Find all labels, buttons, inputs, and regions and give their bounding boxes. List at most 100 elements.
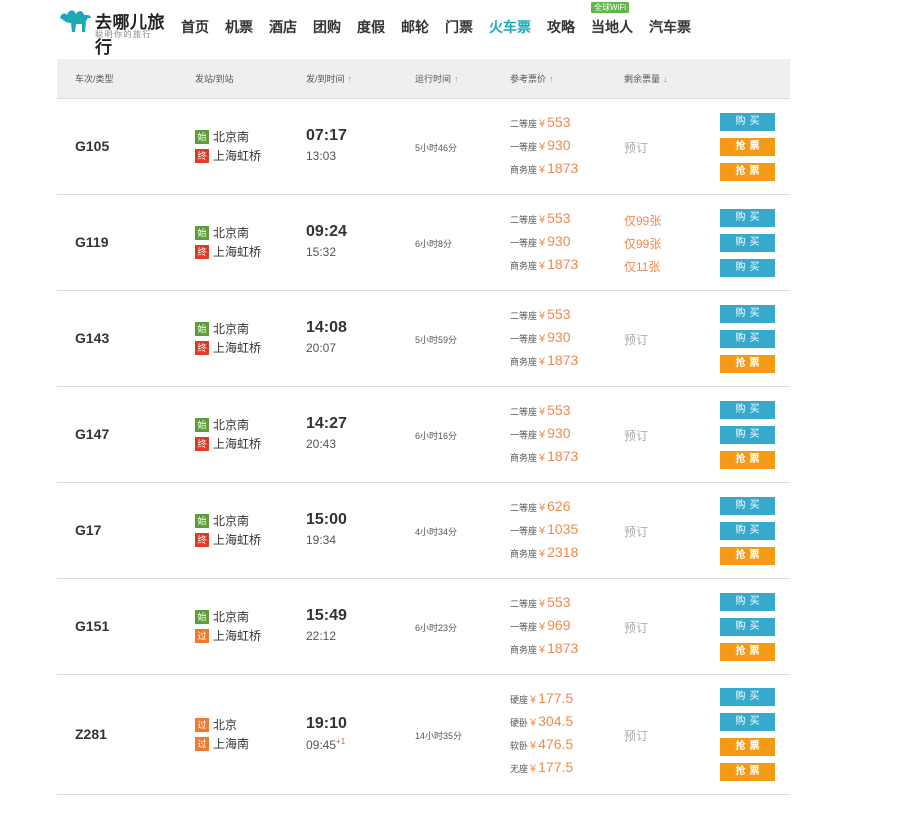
book-link[interactable]: 预订 [624, 523, 648, 540]
nav-guides[interactable]: 攻略 [547, 17, 575, 37]
book-link[interactable]: 预订 [624, 619, 648, 636]
grab-ticket-button[interactable]: 抢票 [720, 763, 775, 781]
station-tag: 始 [195, 129, 209, 144]
remaining-count: 仅99张 [624, 213, 662, 228]
duration: 5小时46分 [415, 142, 458, 153]
nav-cruise[interactable]: 邮轮 [401, 17, 429, 37]
buy-button[interactable]: 购买 [720, 208, 775, 227]
arrival-station: 终上海虹桥 [195, 435, 261, 453]
seat-type: 无座 [510, 764, 529, 774]
book-link[interactable]: 预订 [624, 427, 648, 444]
yen-icon: ¥ [539, 428, 546, 441]
buy-button[interactable]: 购买 [720, 258, 775, 277]
station-tag: 终 [195, 148, 209, 163]
nav-groupbuy[interactable]: 团购 [313, 17, 341, 37]
grab-ticket-button[interactable]: 抢票 [720, 738, 775, 756]
seat-type: 一等座 [510, 429, 538, 440]
price-line: 硬座 ¥177.5 [510, 690, 573, 710]
price-line: 软卧 ¥476.5 [510, 736, 573, 756]
arrival-time: 20:43 [306, 437, 336, 451]
grab-ticket-button[interactable]: 抢票 [720, 546, 775, 565]
qunar-logo[interactable]: 去哪儿旅行 聪明你的旅行 [57, 6, 175, 57]
departure-station-name: 北京南 [213, 513, 250, 528]
price-line: 一等座 ¥930 [510, 425, 571, 445]
seat-type: 商务座 [510, 164, 538, 175]
nav-bus[interactable]: 汽车票 [649, 17, 691, 37]
train-number[interactable]: G151 [75, 618, 109, 634]
buy-button[interactable]: 购买 [720, 112, 775, 131]
departure-station-name: 北京南 [213, 417, 250, 432]
train-row: G143 始北京南终上海虹桥 14:08 20:07 5小时59分 二等座 ¥553 一等座 ¥… [57, 291, 790, 387]
nav-vacation[interactable]: 度假 [357, 17, 385, 37]
grab-ticket-button[interactable]: 抢票 [720, 354, 775, 373]
seat-type: 一等座 [510, 525, 538, 536]
col-remain[interactable]: 剩余票量 ↓ [624, 72, 668, 85]
station-tag: 终 [195, 340, 209, 355]
train-number[interactable]: Z281 [75, 726, 107, 742]
buy-button[interactable]: 购买 [720, 304, 775, 323]
train-table: 车次/类型 发站/到站 发/到时间 ↑ 运行时间 ↑ 参考票价 ↑ 剩余票量 ↓ G10… [57, 59, 790, 795]
buy-button[interactable]: 购买 [720, 713, 775, 731]
yen-icon: ¥ [539, 117, 546, 130]
price-value: 177.5 [538, 690, 574, 706]
book-link[interactable]: 预订 [624, 727, 648, 744]
nav-hotels[interactable]: 酒店 [269, 17, 297, 37]
train-number[interactable]: G17 [75, 522, 101, 538]
yen-icon: ¥ [539, 524, 546, 537]
departure-time: 15:00 [306, 510, 347, 528]
departure-station: 始北京南 [195, 224, 249, 242]
book-link[interactable]: 预订 [624, 331, 648, 348]
train-number[interactable]: G105 [75, 138, 109, 154]
seat-type: 商务座 [510, 452, 538, 463]
price-value: 476.5 [538, 736, 574, 752]
train-number[interactable]: G147 [75, 426, 109, 442]
buy-button[interactable]: 购买 [720, 233, 775, 252]
book-link[interactable]: 预订 [624, 139, 648, 156]
train-row: G147 始北京南终上海虹桥 14:27 20:43 6小时16分 二等座 ¥553 一等座 ¥… [57, 387, 790, 483]
buy-button[interactable]: 购买 [720, 329, 775, 348]
buy-button[interactable]: 购买 [720, 400, 775, 419]
col-duration[interactable]: 运行时间 ↑ [415, 72, 459, 85]
logo-slogan: 聪明你的旅行 [95, 30, 152, 39]
buy-button[interactable]: 购买 [720, 617, 775, 636]
nav-train[interactable]: 火车票 [489, 17, 531, 37]
arrival-time: 15:32 [306, 245, 336, 259]
price-line: 商务座 ¥2318 [510, 544, 578, 564]
arrival-station-name: 上海虹桥 [213, 628, 262, 643]
price-value: 553 [547, 209, 571, 226]
yen-icon: ¥ [530, 763, 537, 775]
grab-ticket-button[interactable]: 抢票 [720, 162, 775, 181]
grab-ticket-button[interactable]: 抢票 [720, 642, 775, 661]
buy-button[interactable]: 购买 [720, 688, 775, 706]
yen-icon: ¥ [539, 620, 546, 633]
grab-ticket-button[interactable]: 抢票 [720, 137, 775, 156]
col-remain-label: 剩余票量 [624, 74, 661, 84]
departure-station-name: 北京南 [213, 609, 250, 624]
train-number[interactable]: G143 [75, 330, 109, 346]
buy-button[interactable]: 购买 [720, 592, 775, 611]
nav-home[interactable]: 首页 [181, 17, 209, 37]
nav-tickets[interactable]: 门票 [445, 17, 473, 37]
nav-flights[interactable]: 机票 [225, 17, 253, 37]
departure-time: 14:08 [306, 318, 347, 336]
buy-button[interactable]: 购买 [720, 425, 775, 444]
col-price[interactable]: 参考票价 ↑ [510, 72, 554, 85]
arrival-station-name: 上海虹桥 [213, 532, 262, 547]
departure-station-name: 北京南 [213, 321, 250, 336]
buy-button[interactable]: 购买 [720, 521, 775, 540]
buy-button[interactable]: 购买 [720, 496, 775, 515]
train-row: G151 始北京南过上海虹桥 15:49 22:12 6小时23分 二等座 ¥553 一等座 ¥… [57, 579, 790, 675]
train-number[interactable]: G119 [75, 234, 108, 250]
seat-type: 软卧 [510, 741, 529, 751]
departure-station: 始北京南 [195, 320, 249, 338]
price-value: 553 [547, 593, 571, 610]
arrival-time-value: 15:32 [306, 244, 337, 259]
price-value: 1873 [547, 351, 579, 368]
nav-locals[interactable]: 当地人 [591, 17, 633, 37]
col-time[interactable]: 发/到时间 ↑ [306, 72, 352, 85]
price-value: 2318 [547, 543, 579, 560]
station-tag: 过 [195, 628, 209, 643]
price-line: 一等座 ¥930 [510, 329, 571, 349]
arrival-time-value: 20:43 [306, 436, 337, 451]
grab-ticket-button[interactable]: 抢票 [720, 450, 775, 469]
